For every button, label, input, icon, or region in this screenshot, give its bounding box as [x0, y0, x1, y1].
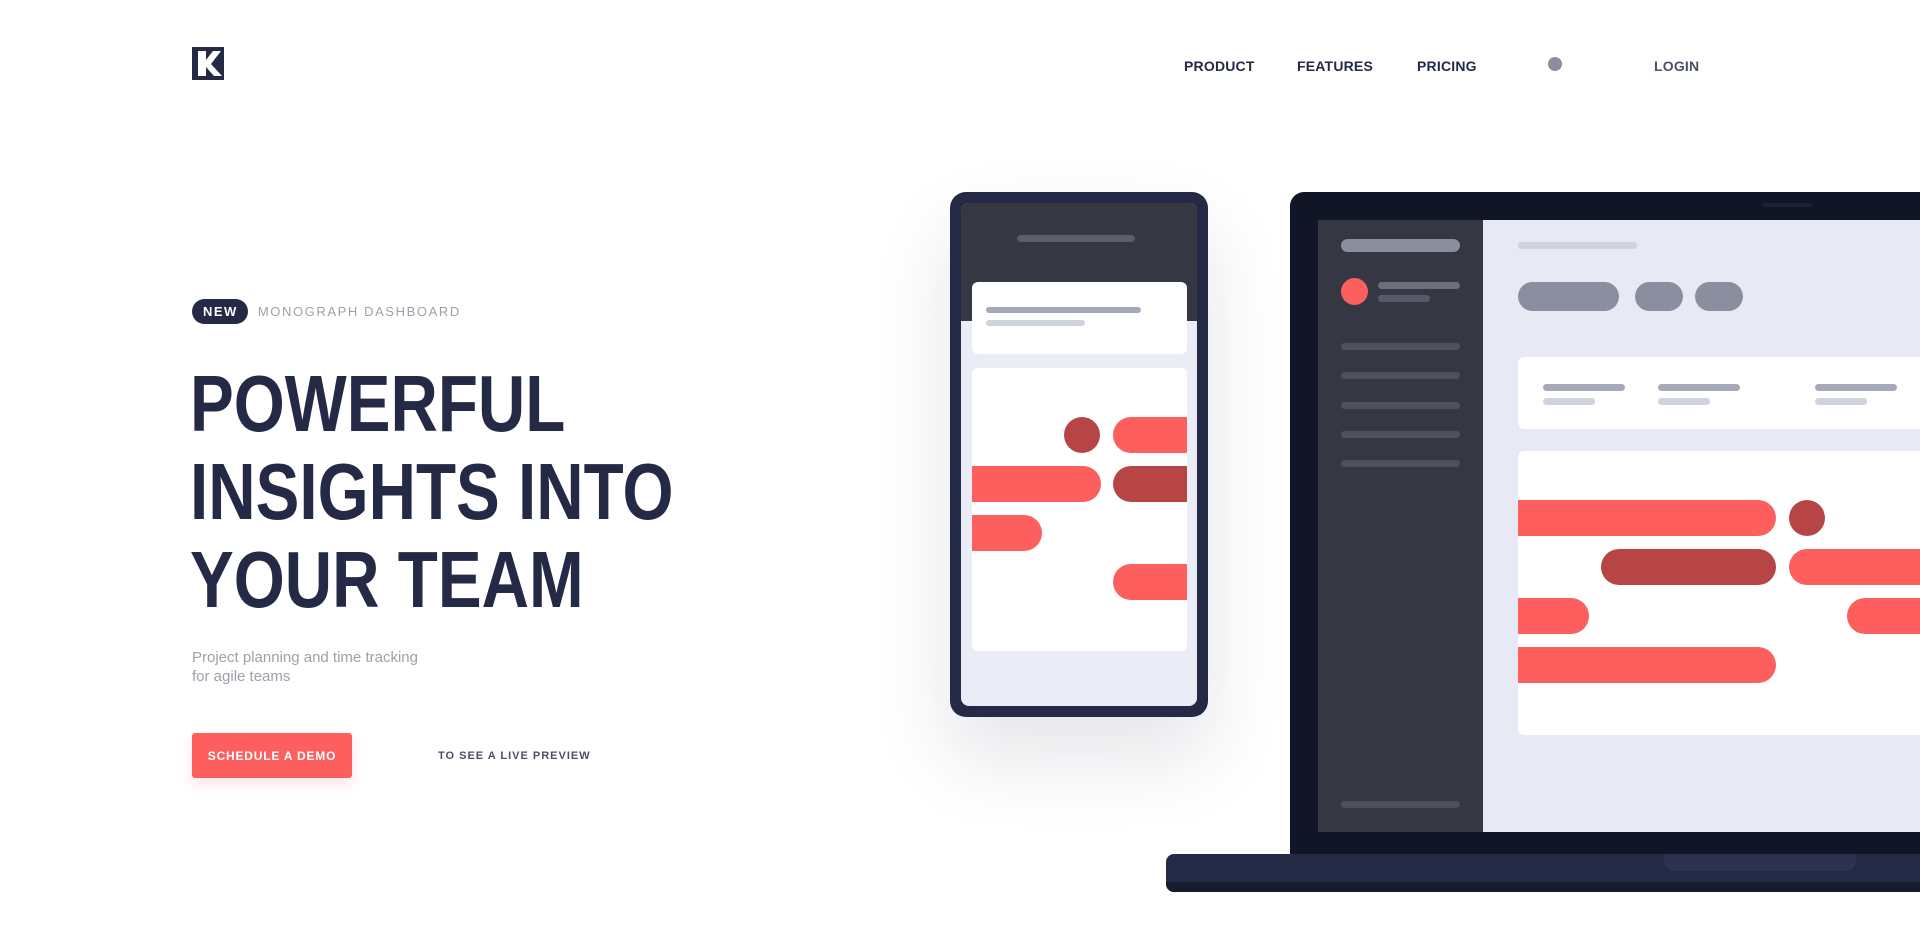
- dashboard-timeline-panel: [1518, 451, 1920, 735]
- timeline-bar: [1518, 500, 1776, 536]
- nav-separator-dot-icon: [1548, 57, 1562, 71]
- sidebar-avatar: [1341, 278, 1368, 305]
- nav-features-link[interactable]: FEATURES: [1297, 58, 1373, 74]
- headline-line-3: YOUR TEAM: [190, 535, 584, 624]
- timeline-bar: [1518, 647, 1776, 683]
- hero-headline: POWERFUL INSIGHTS INTO YOUR TEAM: [190, 359, 674, 624]
- phone-card-line: [986, 320, 1085, 326]
- timeline-marker: [1789, 500, 1825, 536]
- dashboard-title-placeholder: [1518, 242, 1637, 249]
- dashboard-filter-pill: [1518, 282, 1619, 311]
- sidebar-menu-item: [1341, 402, 1460, 409]
- phone-timeline-bar: [972, 515, 1042, 551]
- badge-caption: MONOGRAPH DASHBOARD: [257, 304, 461, 319]
- stat-line: [1658, 384, 1740, 391]
- dashboard-sidebar: [1318, 220, 1483, 832]
- headline-line-2: INSIGHTS INTO: [190, 447, 674, 536]
- sidebar-menu-item: [1341, 460, 1460, 467]
- announcement-badge-row: NEW MONOGRAPH DASHBOARD: [192, 299, 461, 324]
- dashboard-filter-pill: [1695, 282, 1743, 311]
- timeline-bar: [1789, 549, 1920, 585]
- phone-timeline-bar: [1113, 417, 1187, 453]
- stat-line: [1543, 384, 1625, 391]
- sidebar-menu-item: [1341, 343, 1460, 350]
- subtitle-line-1: Project planning and time tracking: [192, 649, 418, 666]
- sidebar-title-placeholder: [1341, 239, 1460, 252]
- timeline-bar: [1518, 598, 1589, 634]
- stat-line: [1815, 398, 1867, 405]
- phone-card-line: [986, 307, 1141, 313]
- phone-timeline-marker: [1064, 417, 1100, 453]
- dashboard-stats-panel: [1518, 357, 1920, 429]
- stat-line: [1815, 384, 1897, 391]
- laptop-trackpad-notch: [1664, 854, 1856, 871]
- phone-screen: [961, 203, 1197, 706]
- timeline-bar: [1847, 598, 1920, 634]
- stat-line: [1658, 398, 1710, 405]
- phone-timeline-card: [972, 368, 1187, 651]
- phone-timeline-bar: [1113, 466, 1187, 502]
- stat-line: [1543, 398, 1595, 405]
- monograph-logo-icon[interactable]: [192, 47, 224, 80]
- hero-subtitle: Project planning and time tracking for a…: [192, 648, 452, 686]
- sidebar-menu-item: [1341, 372, 1460, 379]
- schedule-demo-button[interactable]: SCHEDULE A DEMO: [192, 733, 352, 778]
- laptop-base-edge: [1166, 882, 1920, 892]
- laptop-camera: [1762, 203, 1812, 207]
- phone-mockup: [950, 192, 1208, 717]
- login-link[interactable]: LOGIN: [1654, 58, 1699, 74]
- nav-pricing-link[interactable]: PRICING: [1417, 58, 1477, 74]
- phone-timeline-bar: [1113, 564, 1187, 600]
- nav-product-link[interactable]: PRODUCT: [1184, 58, 1255, 74]
- live-preview-link[interactable]: TO SEE A LIVE PREVIEW: [438, 750, 591, 762]
- timeline-bar: [1601, 549, 1776, 585]
- dashboard-filter-pill: [1635, 282, 1683, 311]
- subtitle-line-2: for agile teams: [192, 668, 291, 685]
- sidebar-user-line: [1378, 295, 1430, 302]
- laptop-base: [1166, 854, 1920, 892]
- phone-title-placeholder: [1017, 235, 1135, 242]
- phone-summary-card: [972, 282, 1187, 354]
- laptop-screen: [1318, 220, 1920, 832]
- sidebar-user-line: [1378, 282, 1460, 289]
- sidebar-footer-item: [1341, 801, 1460, 808]
- new-badge: NEW: [192, 299, 248, 324]
- headline-line-1: POWERFUL: [190, 359, 566, 448]
- laptop-mockup: [1290, 192, 1920, 857]
- sidebar-menu-item: [1341, 431, 1460, 438]
- phone-timeline-bar: [972, 466, 1101, 502]
